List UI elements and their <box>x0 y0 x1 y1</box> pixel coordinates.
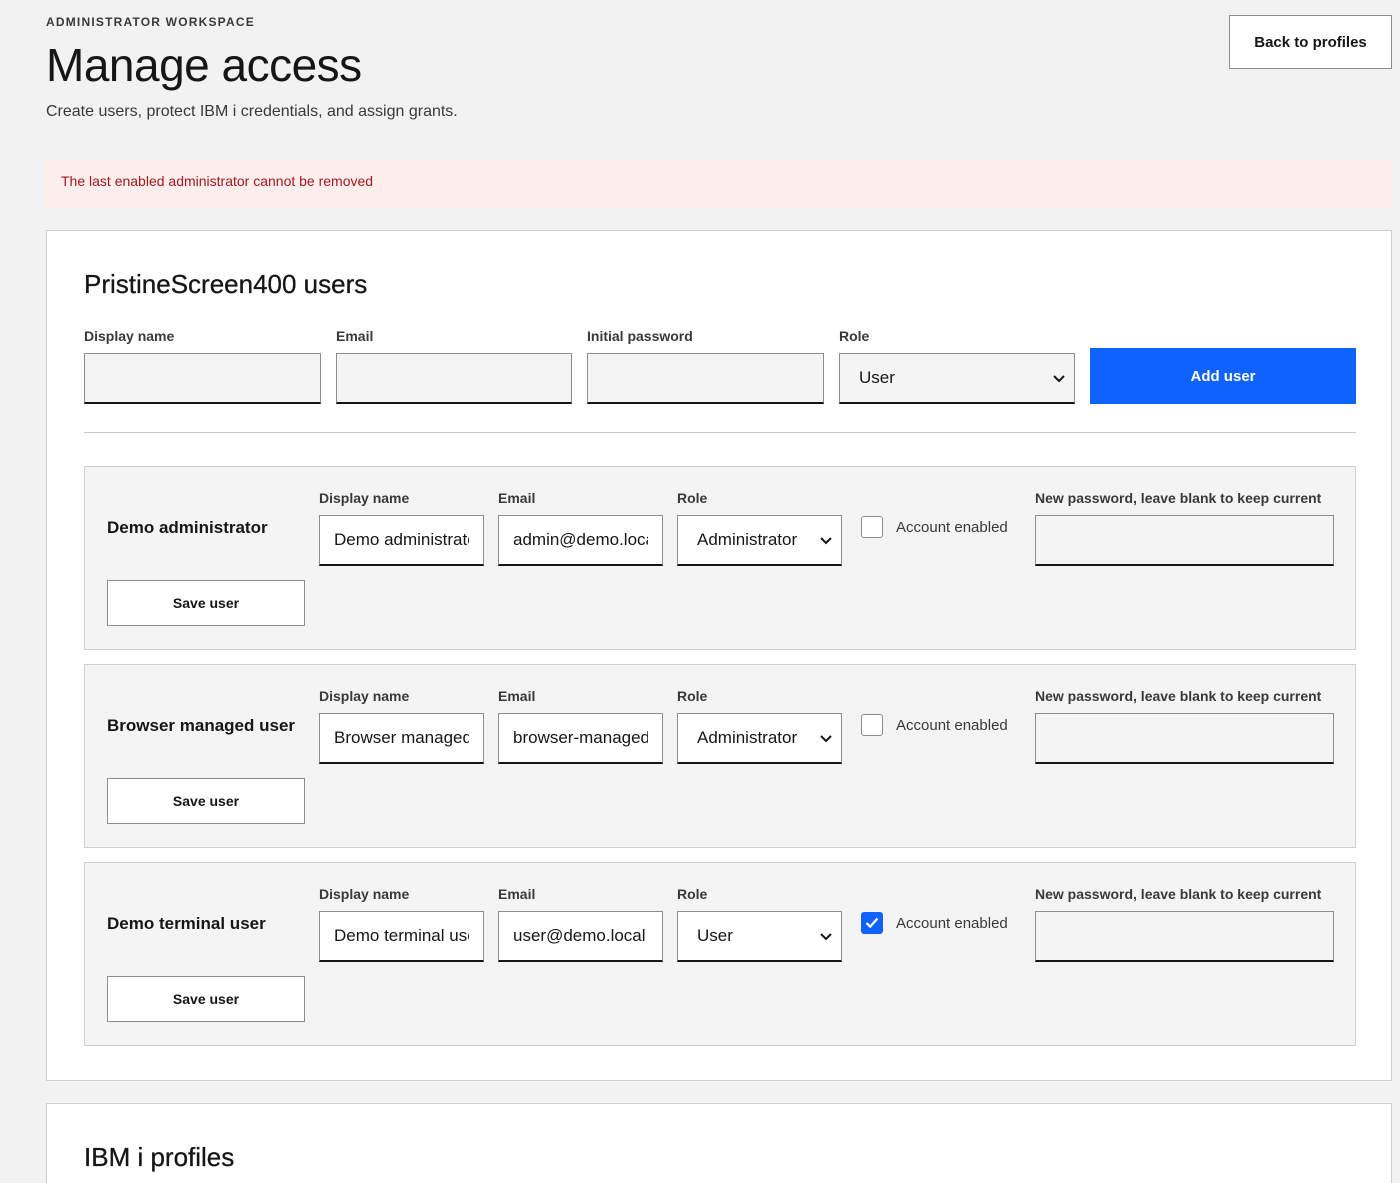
email-input[interactable] <box>498 911 663 962</box>
user-name: Demo terminal user <box>107 914 266 933</box>
password-label: New password, leave blank to keep curren… <box>1035 688 1322 704</box>
new-display-name-label: Display name <box>84 328 175 344</box>
email-input[interactable] <box>498 713 663 764</box>
user-name: Demo administrator <box>107 518 268 537</box>
user-card: Demo terminal user Display name Email Ro… <box>84 862 1356 1046</box>
user-card: Demo administrator Display name Email Ro… <box>84 466 1356 650</box>
back-to-profiles-button[interactable]: Back to profiles <box>1229 15 1392 69</box>
new-password-input[interactable] <box>587 353 824 404</box>
page-eyebrow: ADMINISTRATOR WORKSPACE <box>46 15 255 29</box>
email-label: Email <box>498 886 536 902</box>
new-email-input[interactable] <box>336 353 572 404</box>
new-password-label: Initial password <box>587 328 693 344</box>
new-role-label: Role <box>839 328 870 344</box>
password-label: New password, leave blank to keep curren… <box>1035 886 1322 902</box>
user-name: Browser managed user <box>107 716 296 735</box>
display-name-input[interactable] <box>319 713 484 764</box>
chevron-down-icon <box>820 537 832 545</box>
page-title: Manage access <box>46 39 362 91</box>
new-password-input[interactable] <box>1035 911 1334 962</box>
new-display-name-input[interactable] <box>84 353 321 404</box>
user-card: Browser managed user Display name Email … <box>84 664 1356 848</box>
role-label: Role <box>677 688 708 704</box>
chevron-down-icon <box>820 735 832 743</box>
display-name-label: Display name <box>319 490 410 506</box>
ibm-i-profiles-panel: IBM i profiles <box>46 1103 1392 1183</box>
chevron-down-icon <box>1053 375 1065 383</box>
profiles-panel-title: IBM i profiles <box>84 1142 235 1172</box>
chevron-down-icon <box>820 933 832 941</box>
role-select[interactable]: Administrator <box>677 713 842 764</box>
checkmark-icon <box>865 917 879 929</box>
role-value: User <box>697 926 733 945</box>
add-user-button[interactable]: Add user <box>1090 348 1356 404</box>
account-enabled-label: Account enabled <box>896 915 1008 932</box>
account-enabled-label: Account enabled <box>896 717 1008 734</box>
password-label: New password, leave blank to keep curren… <box>1035 490 1322 506</box>
role-select[interactable]: Administrator <box>677 515 842 566</box>
account-enabled-label: Account enabled <box>896 519 1008 536</box>
account-enabled-checkbox[interactable] <box>861 714 883 736</box>
display-name-input[interactable] <box>319 911 484 962</box>
save-user-button[interactable]: Save user <box>107 976 305 1022</box>
new-password-input[interactable] <box>1035 713 1334 764</box>
role-label: Role <box>677 490 708 506</box>
role-select[interactable]: User <box>677 911 842 962</box>
display-name-label: Display name <box>319 886 410 902</box>
save-user-button[interactable]: Save user <box>107 580 305 626</box>
error-banner: The last enabled administrator cannot be… <box>46 160 1392 208</box>
account-enabled-checkbox[interactable] <box>861 912 883 934</box>
role-value: Administrator <box>697 728 798 747</box>
role-label: Role <box>677 886 708 902</box>
role-value: Administrator <box>697 530 798 549</box>
page-subtitle: Create users, protect IBM i credentials,… <box>46 103 458 120</box>
divider <box>84 432 1356 433</box>
account-enabled-checkbox[interactable] <box>861 516 883 538</box>
users-panel: PristineScreen400 users Display name Ema… <box>46 230 1392 1081</box>
display-name-label: Display name <box>319 688 410 704</box>
new-password-input[interactable] <box>1035 515 1334 566</box>
save-user-button[interactable]: Save user <box>107 778 305 824</box>
email-input[interactable] <box>498 515 663 566</box>
new-email-label: Email <box>336 328 374 344</box>
new-role-value: User <box>859 368 895 387</box>
new-role-select[interactable]: User <box>839 353 1075 404</box>
email-label: Email <box>498 688 536 704</box>
users-panel-title: PristineScreen400 users <box>84 269 368 299</box>
display-name-input[interactable] <box>319 515 484 566</box>
email-label: Email <box>498 490 536 506</box>
